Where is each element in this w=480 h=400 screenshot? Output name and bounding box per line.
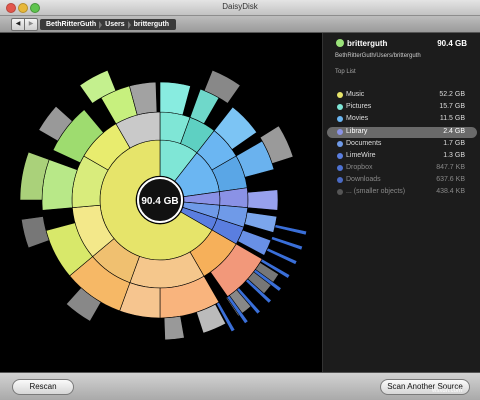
folder-color-icon <box>336 39 344 47</box>
title-bar: DaisyDisk <box>0 0 480 16</box>
top-list-item[interactable]: Downloads 637.6 KB <box>323 175 480 186</box>
item-name: Library <box>346 128 368 135</box>
item-size: 1.3 GB <box>443 152 465 159</box>
app-window: DaisyDisk ◀ ▶ BethRitterGuth Users britt… <box>0 0 480 400</box>
item-name: Dropbox <box>346 164 373 171</box>
category-color-icon <box>337 116 343 122</box>
file-segment[interactable] <box>163 315 185 341</box>
item-name: LimeWire <box>346 152 376 159</box>
subfolder-segment[interactable] <box>244 211 278 233</box>
item-name: Movies <box>346 115 369 122</box>
item-size: 438.4 KB <box>436 188 465 195</box>
toolbar: ◀ ▶ BethRitterGuth Users britterguth <box>0 16 480 33</box>
item-size: 11.5 GB <box>439 115 465 122</box>
back-button[interactable]: ◀ <box>11 18 25 31</box>
item-size: 15.7 GB <box>439 103 465 110</box>
subfolder-segment[interactable] <box>247 189 279 211</box>
window-title: DaisyDisk <box>222 2 258 11</box>
category-color-icon <box>337 189 343 195</box>
category-color-icon <box>337 141 343 147</box>
disk-usage-sunburst[interactable]: 90.4 GB <box>0 33 322 372</box>
watermark: wsxdn.com <box>432 388 463 394</box>
top-list-item[interactable]: Movies 11.5 GB <box>323 114 480 125</box>
item-name: Downloads <box>346 176 381 183</box>
breadcrumb-item[interactable]: Users <box>102 21 127 28</box>
item-size: 637.6 KB <box>436 176 465 183</box>
top-list-item[interactable]: Library 2.4 GB <box>323 127 480 138</box>
breadcrumb-item[interactable]: BethRitterGuth <box>43 21 99 28</box>
rescan-button[interactable]: Rescan <box>12 379 74 395</box>
top-list-item[interactable]: LimeWire 1.3 GB <box>323 151 480 162</box>
item-size: 1.7 GB <box>443 140 465 147</box>
current-folder-name: britterguth <box>347 39 388 48</box>
item-size: 2.4 GB <box>443 128 465 135</box>
breadcrumb: BethRitterGuth Users britterguth <box>40 19 177 30</box>
item-size: 847.7 KB <box>436 164 465 171</box>
subfolder-segment[interactable] <box>41 159 78 211</box>
current-folder-path: BethRitterGuth/Users/britterguth <box>335 53 421 59</box>
forward-button[interactable]: ▶ <box>24 18 38 31</box>
bottom-bar: Rescan Scan Another Source <box>0 372 480 400</box>
top-list-item[interactable]: Dropbox 847.7 KB <box>323 163 480 174</box>
category-color-icon <box>337 153 343 159</box>
top-list-item[interactable]: Documents 1.7 GB <box>323 139 480 150</box>
item-name: Pictures <box>346 103 372 110</box>
item-name: ... (smaller objects) <box>346 188 406 195</box>
file-segment[interactable] <box>270 236 304 251</box>
top-list-heading: Top List <box>335 69 356 75</box>
category-color-icon <box>337 92 343 98</box>
category-color-icon <box>337 165 343 171</box>
breadcrumb-item[interactable]: britterguth <box>131 21 172 28</box>
file-segment[interactable] <box>266 247 298 265</box>
top-list-item[interactable]: ... (smaller objects) 438.4 KB <box>323 187 480 198</box>
file-segment[interactable] <box>274 224 308 236</box>
file-segment[interactable] <box>21 216 50 249</box>
item-size: 52.2 GB <box>439 91 465 98</box>
current-folder-size: 90.4 GB <box>437 39 467 48</box>
category-color-icon <box>337 104 343 110</box>
top-list-item[interactable]: Music 52.2 GB <box>323 90 480 101</box>
item-name: Music <box>346 91 365 98</box>
total-size-label: 90.4 GB <box>141 196 178 207</box>
top-list-item[interactable]: Pictures 15.7 GB <box>323 102 480 113</box>
item-name: Documents <box>346 140 382 147</box>
category-color-icon <box>337 177 343 183</box>
subfolder-segment[interactable] <box>159 81 191 116</box>
disk-map-pane: 90.4 GB <box>0 33 322 372</box>
sidebar: britterguth 90.4 GB BethRitterGuth/Users… <box>322 33 480 372</box>
category-color-icon <box>337 129 343 135</box>
